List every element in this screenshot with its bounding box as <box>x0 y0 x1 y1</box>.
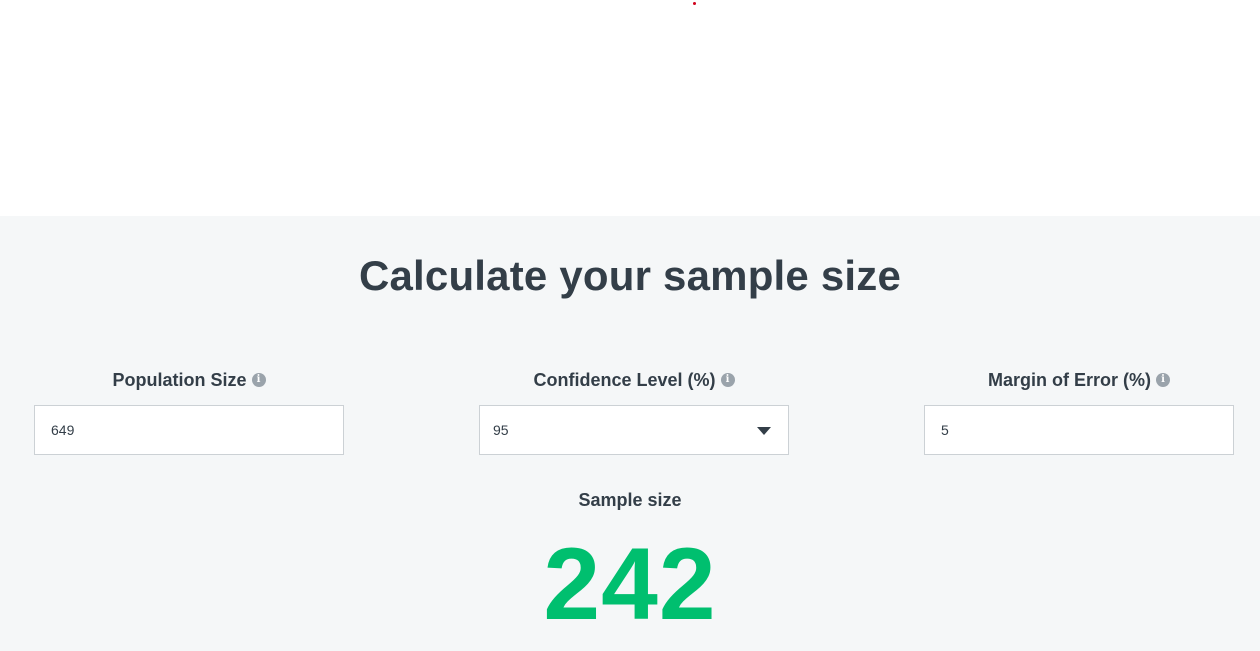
population-size-value: 649 <box>51 422 75 438</box>
sample-size-calculator: Calculate your sample size Population Si… <box>0 216 1260 651</box>
info-icon[interactable]: i <box>720 373 735 387</box>
confidence-level-field: Confidence Level (%) i 95 <box>479 366 789 455</box>
margin-of-error-label-row: Margin of Error (%) i <box>924 366 1234 394</box>
margin-of-error-label: Margin of Error (%) <box>987 369 1151 390</box>
margin-of-error-value: 5 <box>941 422 949 438</box>
population-size-label-row: Population Size i <box>34 366 344 394</box>
population-size-input[interactable]: 649 <box>34 405 344 455</box>
sample-size-label: Sample size <box>578 490 682 510</box>
population-size-label: Population Size <box>112 369 247 390</box>
margin-of-error-field: Margin of Error (%) i 5 <box>924 366 1234 455</box>
confidence-level-select[interactable]: 95 <box>479 405 789 455</box>
population-size-field: Population Size i 649 <box>34 366 344 455</box>
confidence-level-label: Confidence Level (%) <box>533 369 716 390</box>
info-icon[interactable]: i <box>251 373 266 387</box>
confidence-level-label-row: Confidence Level (%) i <box>479 366 789 394</box>
chevron-down-icon <box>757 427 771 435</box>
sample-size-result: 242 <box>543 527 717 641</box>
top-blank-area <box>0 0 1260 216</box>
calculator-title: Calculate your sample size <box>358 252 902 299</box>
red-dot-marker <box>693 2 696 5</box>
confidence-level-value: 95 <box>493 422 509 438</box>
info-icon[interactable]: i <box>1156 373 1170 387</box>
margin-of-error-input[interactable]: 5 <box>924 405 1234 455</box>
